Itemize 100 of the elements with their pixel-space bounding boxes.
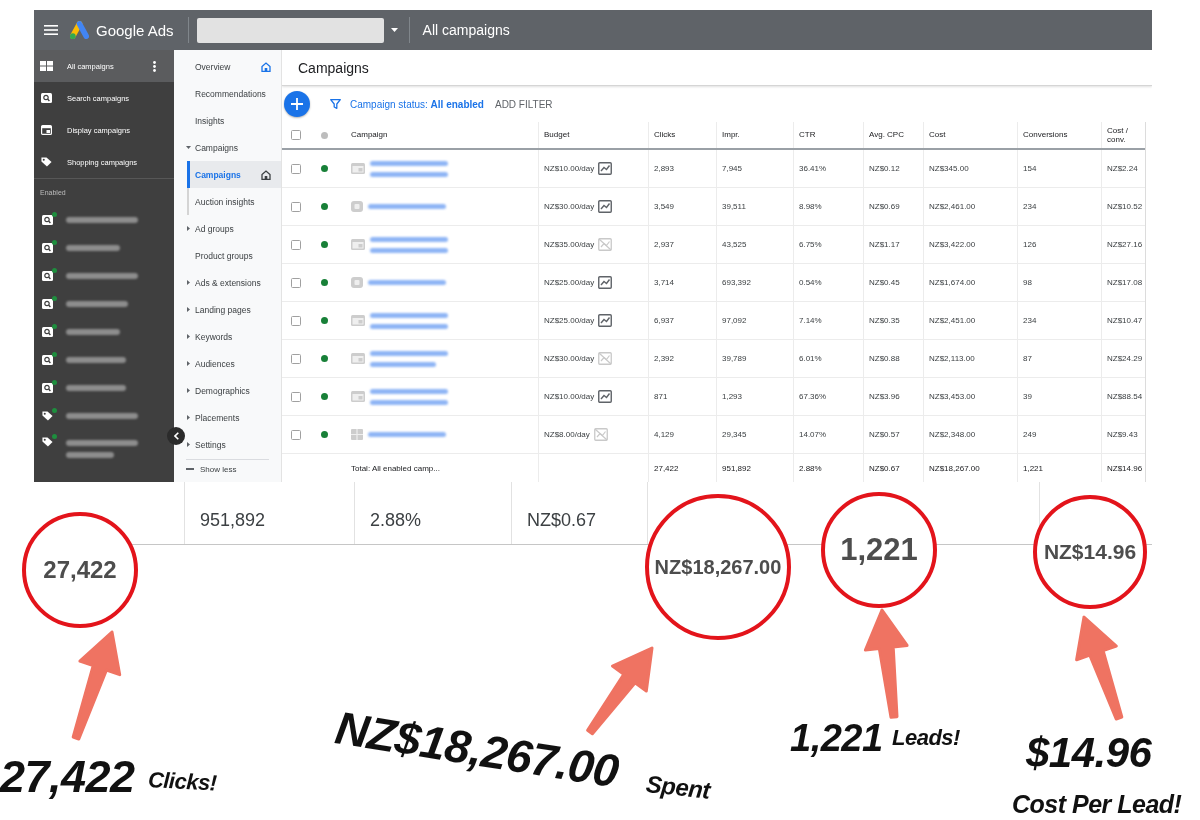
annotation-caption: Cost Per Lead! [1012, 791, 1182, 819]
nav-item[interactable]: Keywords [186, 323, 281, 350]
column-header[interactable]: Conversions [1017, 122, 1101, 148]
nav-item[interactable]: Settings [186, 431, 281, 458]
filter-link[interactable]: Campaign status: All enabled [350, 98, 484, 110]
table-cell: NZ$3.96 [863, 378, 923, 415]
column-header[interactable]: Budget [538, 122, 648, 148]
table-cell: 8.98% [793, 188, 863, 225]
table-cell: 7.14% [793, 302, 863, 339]
nav-item[interactable]: Product groups [186, 242, 281, 269]
table-cell: 39,511 [716, 188, 793, 225]
table-cell: 4,129 [648, 416, 716, 453]
table-cell: NZ$2,113.00 [923, 340, 1017, 377]
column-header[interactable]: CTR [793, 122, 863, 148]
table-cell-text: Total: All enabled camp... [350, 462, 441, 475]
search-icon [41, 93, 52, 103]
checkbox[interactable] [291, 315, 301, 326]
add-filter-button[interactable]: ADD FILTER [494, 98, 553, 110]
table-cell: NZ$0.57 [863, 416, 923, 453]
window-icon [351, 315, 365, 326]
plus-icon [291, 98, 303, 110]
table-cell: 29,345 [716, 416, 793, 453]
checkbox[interactable] [291, 429, 301, 440]
table-cell: NZ$30.00/day [544, 354, 595, 363]
column-header[interactable]: Clicks [648, 122, 716, 148]
line-chart-icon[interactable] [598, 276, 613, 289]
table-cell: 2,937 [648, 226, 716, 263]
nav-item[interactable]: Demographics [186, 377, 281, 404]
nav-item[interactable]: Ad groups [186, 215, 281, 242]
line-chart-icon[interactable] [598, 314, 613, 327]
table-cell: 3,714 [648, 264, 716, 301]
menu-icon[interactable] [44, 25, 58, 35]
annotation-amount: $14.96 [1026, 730, 1152, 777]
table-cell: 39 [1017, 378, 1101, 415]
table-cell: 234 [1017, 188, 1101, 225]
nav-item[interactable]: Placements [186, 404, 281, 431]
column-header[interactable]: Avg. CPC [863, 122, 923, 148]
table-cell: 98 [1017, 264, 1101, 301]
grid-icon [40, 61, 53, 71]
nav-item[interactable]: Ads & extensions [186, 269, 281, 296]
table-cell: 39,789 [716, 340, 793, 377]
checkbox[interactable] [291, 277, 301, 288]
nav-item[interactable]: Campaigns [187, 161, 281, 188]
nav-item[interactable]: Campaigns [186, 134, 281, 161]
table-cell: NZ$2,451.00 [923, 302, 1017, 339]
search-icon [42, 243, 53, 253]
column-header[interactable]: Campaign [338, 122, 538, 148]
search-icon [42, 215, 53, 225]
nav-item[interactable]: Recommendations [186, 80, 281, 107]
table-cell: NZ$2.24 [1101, 150, 1145, 187]
checkbox[interactable] [291, 353, 301, 364]
account-field[interactable] [196, 17, 384, 43]
breadcrumb-title: All campaigns [422, 22, 510, 38]
checkbox[interactable] [291, 163, 301, 174]
nav-item[interactable]: Insights [186, 107, 281, 134]
nav-item[interactable]: Landing pages [186, 296, 281, 323]
table-cell: NZ$17.08 [1101, 264, 1145, 301]
table-cell: NZ$1,674.00 [923, 264, 1017, 301]
line-chart-icon[interactable] [598, 200, 613, 213]
table-cell: 234 [1017, 302, 1101, 339]
window-icon [41, 125, 52, 135]
table-cell: 3,549 [648, 188, 716, 225]
checkbox[interactable] [291, 130, 301, 140]
checkbox[interactable] [291, 201, 301, 212]
table-cell: NZ$1.17 [863, 226, 923, 263]
annotation-amount: 27,422 [0, 752, 135, 802]
caret-icon[interactable] [390, 28, 398, 32]
nav-item[interactable]: Audiences [186, 350, 281, 377]
table-cell: 43,525 [716, 226, 793, 263]
video-icon [351, 201, 363, 212]
table-cell: NZ$0.45 [863, 264, 923, 301]
video-icon [351, 277, 363, 288]
checkbox[interactable] [291, 391, 301, 402]
search-icon [42, 355, 53, 365]
table-cell: 693,392 [716, 264, 793, 301]
highlighted-value: NZ$14.96 [1043, 540, 1137, 564]
table-cell: NZ$8.00/day [544, 430, 590, 439]
table-cell: NZ$24.29 [1101, 340, 1145, 377]
column-header[interactable]: Cost [923, 122, 1017, 148]
table-cell: 249 [1017, 416, 1101, 453]
more-icon[interactable] [153, 60, 156, 72]
add-button[interactable] [284, 91, 310, 117]
table-cell: NZ$35.00/day [544, 240, 595, 249]
checkbox[interactable] [291, 239, 301, 250]
line-chart-icon[interactable] [598, 162, 613, 175]
window-icon [351, 163, 365, 174]
app-name: Google Ads [96, 21, 174, 39]
line-chart-icon[interactable] [598, 390, 613, 403]
column-header[interactable]: Impr. [716, 122, 793, 148]
table-cell: 0.54% [793, 264, 863, 301]
column-header[interactable]: Cost / conv. [1101, 122, 1145, 148]
search-icon [42, 327, 53, 337]
filter-icon[interactable] [330, 99, 341, 109]
nav-item[interactable]: Overview [186, 53, 281, 80]
highlighted-value: NZ$18,267.00 [654, 555, 782, 579]
annotation-amount: NZ$18,267.00 [332, 702, 622, 797]
grid-icon [351, 429, 363, 440]
table-cell: 67.36% [793, 378, 863, 415]
window-icon [351, 239, 365, 250]
show-less-button[interactable]: Show less [186, 459, 269, 478]
